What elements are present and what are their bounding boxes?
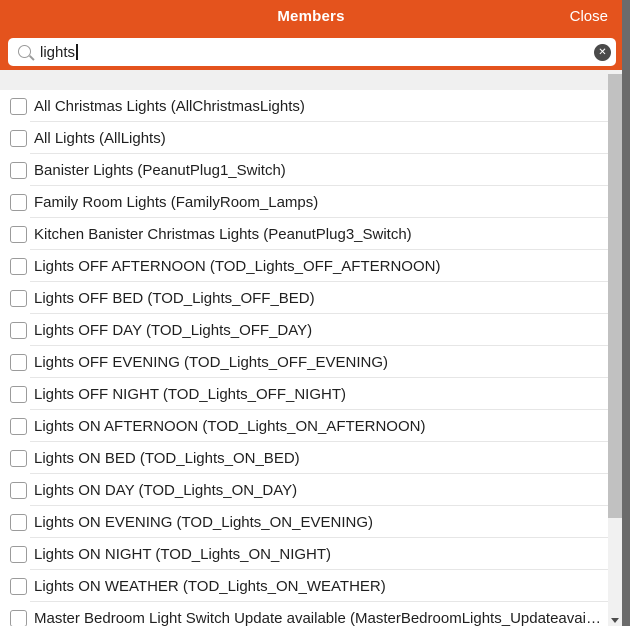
member-checkbox[interactable] (10, 450, 27, 467)
page-title: Members (0, 8, 622, 25)
search-bar: lights ✕ (8, 38, 616, 66)
member-row[interactable]: Lights ON AFTERNOON (TOD_Lights_ON_AFTER… (0, 410, 608, 442)
member-row[interactable]: Family Room Lights (FamilyRoom_Lamps) (0, 186, 608, 218)
member-label: Banister Lights (PeanutPlug1_Switch) (34, 162, 292, 179)
chevron-down-icon (611, 618, 619, 623)
member-checkbox[interactable] (10, 418, 27, 435)
member-row[interactable]: Banister Lights (PeanutPlug1_Switch) (0, 154, 608, 186)
member-row[interactable]: All Christmas Lights (AllChristmasLights… (0, 90, 608, 122)
member-checkbox[interactable] (10, 194, 27, 211)
member-row[interactable]: Lights OFF DAY (TOD_Lights_OFF_DAY) (0, 314, 608, 346)
search-input[interactable]: lights ✕ (8, 38, 616, 66)
member-checkbox[interactable] (10, 98, 27, 115)
member-label: Lights ON AFTERNOON (TOD_Lights_ON_AFTER… (34, 418, 431, 435)
member-label: Lights OFF EVENING (TOD_Lights_OFF_EVENI… (34, 354, 394, 371)
member-label: Kitchen Banister Christmas Lights (Peanu… (34, 226, 418, 243)
member-checkbox[interactable] (10, 354, 27, 371)
member-list: All Christmas Lights (AllChristmasLights… (0, 90, 608, 626)
member-checkbox[interactable] (10, 610, 27, 626)
member-checkbox[interactable] (10, 162, 27, 179)
scrollbar-thumb[interactable] (608, 74, 622, 518)
member-row[interactable]: Lights ON NIGHT (TOD_Lights_ON_NIGHT) (0, 538, 608, 570)
scroll-down-button[interactable] (608, 610, 622, 626)
member-row[interactable]: Lights ON WEATHER (TOD_Lights_ON_WEATHER… (0, 570, 608, 602)
member-label: All Lights (AllLights) (34, 130, 172, 147)
member-checkbox[interactable] (10, 258, 27, 275)
member-list-area: All Christmas Lights (AllChristmasLights… (0, 70, 608, 626)
close-button[interactable]: Close (570, 8, 608, 25)
member-checkbox[interactable] (10, 546, 27, 563)
title-bar: Members Close (0, 0, 622, 32)
clear-search-button[interactable]: ✕ (594, 44, 611, 61)
member-checkbox[interactable] (10, 578, 27, 595)
scrollbar[interactable] (608, 70, 622, 626)
clear-icon: ✕ (598, 44, 606, 61)
member-label: Family Room Lights (FamilyRoom_Lamps) (34, 194, 324, 211)
member-label: Lights ON BED (TOD_Lights_ON_BED) (34, 450, 306, 467)
screen: Members Close lights ✕ All Christmas Lig… (0, 0, 630, 626)
member-checkbox[interactable] (10, 482, 27, 499)
member-row[interactable]: Kitchen Banister Christmas Lights (Peanu… (0, 218, 608, 250)
member-checkbox[interactable] (10, 290, 27, 307)
member-label: Lights ON DAY (TOD_Lights_ON_DAY) (34, 482, 303, 499)
members-dialog: Members Close lights ✕ All Christmas Lig… (0, 0, 622, 626)
member-checkbox[interactable] (10, 386, 27, 403)
dialog-header: Members Close lights ✕ (0, 0, 622, 70)
member-label: Lights OFF NIGHT (TOD_Lights_OFF_NIGHT) (34, 386, 352, 403)
member-row[interactable]: Lights ON BED (TOD_Lights_ON_BED) (0, 442, 608, 474)
member-label: Lights OFF BED (TOD_Lights_OFF_BED) (34, 290, 321, 307)
member-row[interactable]: Lights OFF AFTERNOON (TOD_Lights_OFF_AFT… (0, 250, 608, 282)
search-value: lights (40, 44, 75, 61)
member-label: Master Bedroom Light Switch Update avail… (34, 610, 608, 626)
search-icon (18, 45, 31, 58)
member-checkbox[interactable] (10, 514, 27, 531)
member-label: Lights OFF DAY (TOD_Lights_OFF_DAY) (34, 322, 318, 339)
member-label: Lights ON NIGHT (TOD_Lights_ON_NIGHT) (34, 546, 337, 563)
member-label: Lights ON WEATHER (TOD_Lights_ON_WEATHER… (34, 578, 392, 595)
member-checkbox[interactable] (10, 130, 27, 147)
member-label: Lights ON EVENING (TOD_Lights_ON_EVENING… (34, 514, 379, 531)
member-row[interactable]: Lights ON EVENING (TOD_Lights_ON_EVENING… (0, 506, 608, 538)
member-row[interactable]: Lights OFF EVENING (TOD_Lights_OFF_EVENI… (0, 346, 608, 378)
member-row[interactable]: All Lights (AllLights) (0, 122, 608, 154)
member-row[interactable]: Lights OFF NIGHT (TOD_Lights_OFF_NIGHT) (0, 378, 608, 410)
page-backdrop (622, 0, 630, 626)
member-row[interactable]: Lights OFF BED (TOD_Lights_OFF_BED) (0, 282, 608, 314)
member-label: Lights OFF AFTERNOON (TOD_Lights_OFF_AFT… (34, 258, 446, 275)
member-label: All Christmas Lights (AllChristmasLights… (34, 98, 311, 115)
list-top-gap (0, 70, 608, 90)
text-caret (76, 44, 78, 60)
member-checkbox[interactable] (10, 226, 27, 243)
member-checkbox[interactable] (10, 322, 27, 339)
member-row[interactable]: Master Bedroom Light Switch Update avail… (0, 602, 608, 626)
member-row[interactable]: Lights ON DAY (TOD_Lights_ON_DAY) (0, 474, 608, 506)
